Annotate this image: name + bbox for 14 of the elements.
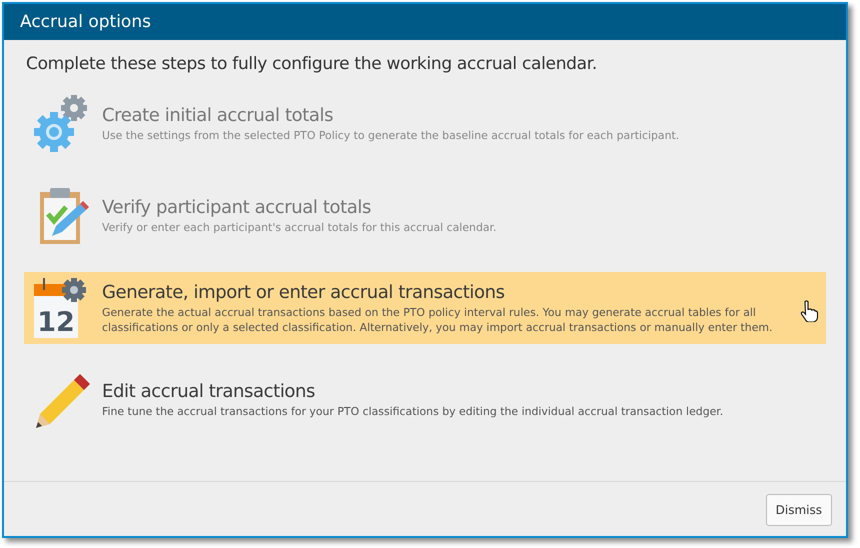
step-option[interactable]: Edit accrual transactions Fine tune the accrual transactions for your PTO classifications by editing the individual accrual transaction ledger. [24, 364, 826, 436]
step-description: Use the settings from the selected PTO Policy to generate the baseline accrual totals for each participant. [102, 128, 680, 143]
instructions-text: Complete these steps to fully configure the working accrual calendar. [26, 54, 598, 74]
dismiss-button[interactable]: Dismiss [766, 494, 832, 526]
step-description: Fine tune the accrual transactions for your PTO classifications by editing the individual accrual transaction ledger. [102, 404, 724, 419]
step-description: Generate the actual accrual transactions based on the PTO policy interval rules. You may generate accrual tables for all classifications or only a selected classification. Alternatively, you may import accrual transactions or manually enter them. [102, 304, 774, 334]
step-title: Edit accrual transactions [102, 381, 316, 402]
step-title: Verify participant accrual totals [102, 197, 372, 218]
hand-cursor-icon [800, 300, 818, 322]
window-title: Accrual options [4, 4, 846, 40]
step-option[interactable] [24, 272, 826, 344]
step-title: Create initial accrual totals [102, 105, 334, 126]
step-title: Generate, import or enter accrual transactions [102, 282, 506, 302]
step-description: Verify or enter each participant's accrual totals for this accrual calendar. [102, 220, 496, 235]
